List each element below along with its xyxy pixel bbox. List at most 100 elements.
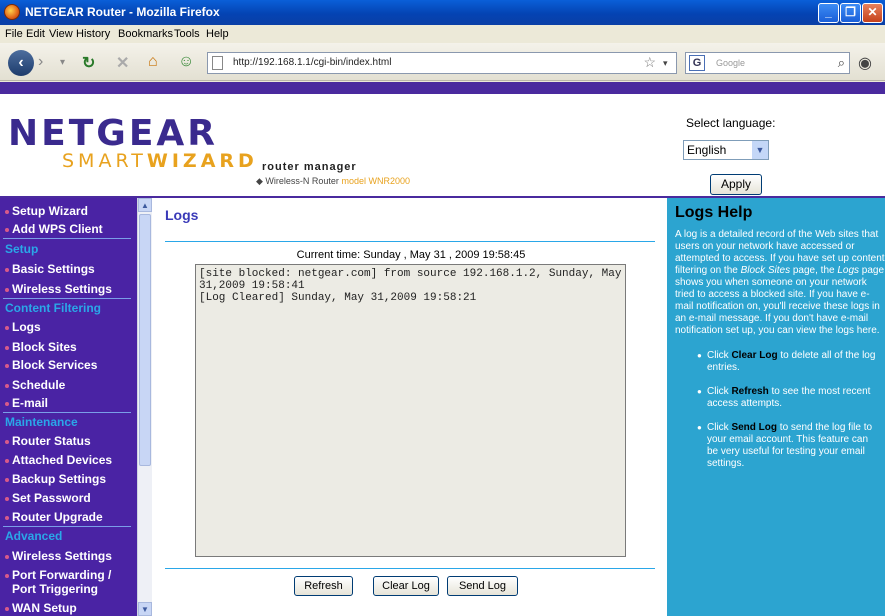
bullet-bold: Clear Log	[731, 350, 778, 361]
chevron-down-icon[interactable]: ▼	[752, 141, 768, 159]
url-dropdown-icon[interactable]: ▾	[663, 58, 668, 69]
scroll-up-icon[interactable]: ▲	[138, 198, 152, 212]
forward-button[interactable]: ›	[38, 53, 43, 71]
title-divider	[165, 241, 655, 242]
sidebar-bullet-icon	[5, 288, 9, 292]
refresh-button[interactable]: Refresh	[294, 576, 353, 596]
sidebar-item-router-status[interactable]: Router Status	[12, 434, 91, 448]
menu-file[interactable]: File	[5, 28, 23, 40]
help-panel: Logs Help A log is a detailed record of …	[667, 198, 885, 616]
sidebar-item-block-services[interactable]: Block Services	[12, 358, 97, 372]
sidebar-item-logs[interactable]: Logs	[12, 320, 41, 334]
help-title: Logs Help	[675, 204, 753, 221]
current-time: Current time: Sunday , May 31 , 2009 19:…	[296, 249, 526, 261]
sidebar-bullet-icon	[5, 478, 9, 482]
product-name: Wireless-N Router	[265, 176, 339, 186]
sidebar-divider	[3, 526, 131, 527]
bullet-pre: Click	[707, 386, 732, 397]
sidebar-bullet-icon	[5, 402, 9, 406]
sidebar-item-schedule[interactable]: Schedule	[12, 378, 65, 392]
sidebar-bullet-icon	[5, 555, 9, 559]
back-button[interactable]: ‹	[8, 50, 34, 76]
menu-edit[interactable]: Edit	[26, 28, 45, 40]
sidebar-section-content-filtering: Content Filtering	[5, 301, 101, 315]
google-engine-icon[interactable]: G	[689, 55, 705, 71]
bullet-bold: Refresh	[731, 386, 769, 397]
sidebar-item-attached-devices[interactable]: Attached Devices	[12, 453, 112, 467]
sidebar-bullet-icon	[5, 268, 9, 272]
sidebar-item-backup-settings[interactable]: Backup Settings	[12, 472, 106, 486]
sidebar-scrollbar[interactable]: ▲ ▼	[137, 198, 152, 616]
camera-icon[interactable]: ◉	[858, 53, 872, 73]
product-label: ◆ Wireless-N Router model WNR2000	[256, 176, 410, 186]
close-button[interactable]: ✕	[862, 3, 883, 23]
minimize-button[interactable]: _	[818, 3, 839, 23]
sidebar-item-block-sites[interactable]: Block Sites	[12, 340, 77, 354]
sidebar-bullet-icon	[5, 210, 9, 214]
netgear-logo: NETGEAR	[8, 113, 218, 154]
sidebar-item-router-upgrade[interactable]: Router Upgrade	[12, 510, 103, 524]
log-textarea[interactable]: [site blocked: netgear.com] from source …	[195, 264, 626, 557]
logs-panel: Logs Current time: Sunday , May 31 , 200…	[155, 198, 667, 616]
address-bar[interactable]: http://192.168.1.1/cgi-bin/index.html ☆	[207, 52, 677, 74]
scroll-down-icon[interactable]: ▼	[138, 602, 152, 616]
smartwizard-logo: SMARTWIZARD	[62, 150, 258, 172]
apply-button[interactable]: Apply	[710, 174, 762, 195]
home-icon[interactable]: ⌂	[148, 53, 158, 71]
help-paragraph: A log is a detailed record of the Web si…	[675, 229, 885, 337]
stop-icon[interactable]: ✕	[116, 53, 129, 73]
sidebar-item-add-wps-client[interactable]: Add WPS Client	[12, 222, 103, 236]
addon-icon[interactable]: ☺	[178, 53, 194, 71]
history-dropdown-icon[interactable]: ▾	[60, 57, 65, 68]
scroll-thumb[interactable]	[139, 214, 151, 466]
maximize-button[interactable]: ❐	[840, 3, 861, 23]
search-icon[interactable]: ⌕	[838, 55, 845, 71]
sidebar-bullet-icon	[5, 364, 9, 368]
bookmark-star-icon[interactable]: ☆	[643, 54, 656, 71]
sidebar-item-e-mail[interactable]: E-mail	[12, 396, 48, 410]
sidebar-item-wireless-settings[interactable]: Wireless Settings	[12, 549, 112, 563]
sidebar-bullet-icon	[5, 326, 9, 330]
language-select[interactable]: English ▼	[683, 140, 769, 160]
sidebar-bullet-icon	[5, 440, 9, 444]
sidebar-item-setup-wizard[interactable]: Setup Wizard	[12, 204, 88, 218]
sidebar-item-wireless-settings[interactable]: Wireless Settings	[12, 282, 112, 296]
menu-help[interactable]: Help	[206, 28, 229, 40]
sidebar-section-advanced: Advanced	[5, 529, 63, 543]
url-text: http://192.168.1.1/cgi-bin/index.html	[233, 57, 392, 68]
sidebar-item-wan-setup[interactable]: WAN Setup	[12, 601, 77, 615]
help-text-block-sites: Block Sites	[740, 265, 791, 276]
sidebar-divider	[3, 298, 131, 299]
sidebar-bullet-icon	[5, 497, 9, 501]
sidebar-item-port-forwarding[interactable]: Port Forwarding /	[12, 568, 111, 582]
sidebar-nav: Setup Wizard Add WPS Client Setup Basic Set…	[0, 198, 152, 616]
sidebar-item-port-triggering[interactable]: Port Triggering	[12, 582, 98, 596]
menu-bookmarks[interactable]: Bookmarks	[118, 28, 173, 40]
help-text-2: page, the	[790, 265, 838, 276]
window-title: NETGEAR Router - Mozilla Firefox	[25, 5, 220, 19]
search-box[interactable]: G Google ⌕	[685, 52, 850, 74]
menu-history[interactable]: History	[76, 28, 110, 40]
send-log-button[interactable]: Send Log	[447, 576, 518, 596]
bullet-pre: Click	[707, 422, 732, 433]
search-placeholder: Google	[716, 58, 746, 68]
menu-tools[interactable]: Tools	[174, 28, 200, 40]
router-manager-label: router manager	[262, 161, 357, 173]
reload-icon[interactable]: ↻	[82, 53, 95, 73]
sidebar-divider	[3, 412, 131, 413]
sidebar-item-basic-settings[interactable]: Basic Settings	[12, 262, 95, 276]
sidebar-item-set-password[interactable]: Set Password	[12, 491, 91, 505]
menu-view[interactable]: View	[49, 28, 73, 40]
clear-log-button[interactable]: Clear Log	[373, 576, 439, 596]
help-text-logs: Logs	[837, 265, 860, 276]
sidebar-bullet-icon	[5, 516, 9, 520]
sidebar-section-maintenance: Maintenance	[5, 415, 78, 429]
menu-bar: File Edit View History Bookmarks Tools H…	[0, 25, 885, 43]
sidebar-bullet-icon	[5, 607, 9, 611]
help-bullet-clear: Click Clear Log to delete all of the log…	[697, 350, 877, 374]
page-header: NETGEAR SMARTWIZARD router manager ◆ Wir…	[0, 94, 885, 196]
page-title: Logs	[165, 207, 199, 223]
sidebar-bullet-icon	[5, 384, 9, 388]
logo-wizard-text: WIZARD	[146, 150, 258, 172]
help-bullet-refresh: Click Refresh to see the most recent acc…	[697, 386, 877, 410]
